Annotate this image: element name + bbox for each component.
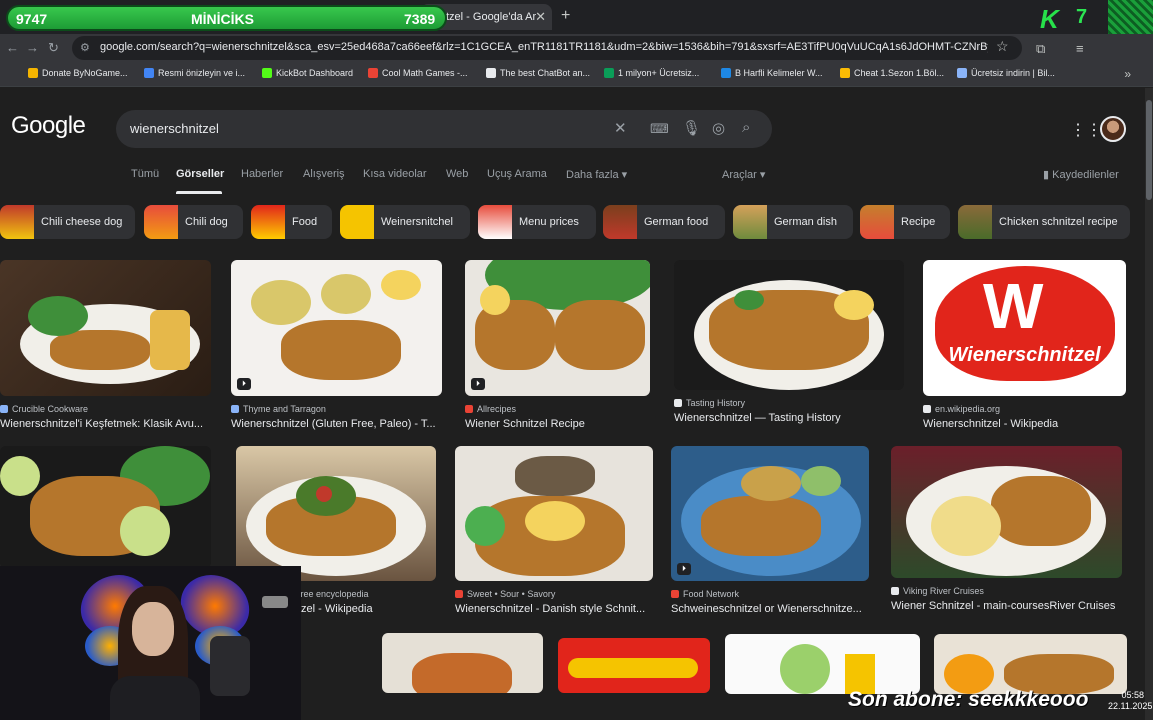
kick-logo-icon: K [1040,4,1059,34]
image-result[interactable] [558,638,710,693]
bookmark-item[interactable]: The best ChatBot an... [486,68,590,78]
search-input[interactable]: wienerschnitzel [130,121,219,136]
video-badge-icon: ⏵ [677,563,691,575]
reload-icon[interactable]: ↻ [48,40,59,56]
image-result[interactable]: Tasting History Wienerschnitzel — Tastin… [674,260,904,424]
chip[interactable]: German dish [733,205,853,239]
bookmarks-more-icon[interactable]: » [1124,67,1131,81]
image-result[interactable]: ⏵ Allrecipes Wiener Schnitzel Recipe [465,260,650,430]
chip[interactable]: Chicken schnitzel recipe [958,205,1130,239]
bookmark-item[interactable]: Donate ByNoGame... [28,68,128,78]
video-badge-icon: ⏵ [471,378,485,390]
browser-tabbar: tzel - Google'da Ar ✕ + 9747 MİNİCİKS 73… [0,0,1153,46]
chip[interactable]: Menu prices [478,205,596,239]
chip[interactable]: Food [251,205,332,239]
back-arrow-icon[interactable]: ← [6,40,19,55]
last-subscriber-banner: Son abone: seekkkeooo [848,688,1089,711]
scroll-thumb[interactable] [1146,100,1152,200]
apps-grid-icon[interactable]: ⋮⋮ [1070,120,1102,140]
bookmark-item[interactable]: Ücretsiz indirin | Bil... [957,68,1055,78]
image-result[interactable]: Crucible Cookware Wienerschnitzel'i Keşf… [0,260,211,430]
page-scrollbar[interactable] [1145,88,1153,720]
overlay-left-value: 9747 [16,11,48,27]
bookmark-item[interactable]: Resmi önizleyin ve i... [144,68,245,78]
close-tab-icon[interactable]: ✕ [535,9,546,25]
image-result[interactable] [725,634,920,694]
bookmark-item[interactable]: KickBot Dashboard [262,68,353,78]
chip[interactable]: Weinersnitchel [340,205,470,239]
video-badge-icon: ⏵ [237,378,251,390]
bookmarks-bar: Donate ByNoGame... Resmi önizleyin ve i.… [0,62,1153,87]
image-result[interactable] [382,633,543,693]
bookmark-item[interactable]: Cool Math Games -... [368,68,468,78]
google-logo[interactable]: Google [11,112,86,140]
overlay-right-value: 7389 [404,11,436,27]
related-chips: Chili cheese dog Chili dog Food Weinersn… [0,205,1145,241]
overlay-label: MİNİCİKS [191,11,254,27]
image-result[interactable]: ⏵ Food Network Schweineschnitzel or Wien… [671,446,869,615]
chip[interactable]: Recipe [860,205,950,239]
new-tab-button[interactable]: + [561,7,570,25]
saved-link[interactable]: ▮ Kaydedilenler [1043,168,1119,181]
image-result[interactable]: Viking River Cruises Wiener Schnitzel - … [891,446,1122,612]
search-icon[interactable]: ⌕ [742,119,750,136]
site-info-icon[interactable]: ⚙ [80,41,90,54]
tab-all[interactable]: Tümü [131,168,159,180]
forward-arrow-icon[interactable]: → [26,40,39,55]
bookmark-star-icon[interactable]: ☆ [996,38,1009,55]
chip[interactable]: Chili dog [144,205,243,239]
tab-flights[interactable]: Uçuş Arama [487,168,547,180]
microphone-icon [210,636,250,696]
image-result[interactable]: W Wienerschnitzel en.wikipedia.org Wiene… [923,260,1126,430]
stream-progress-overlay: 9747 MİNİCİKS 7389 [6,5,447,31]
system-clock: 05:58 22.11.2025 [1108,690,1153,711]
tab-news[interactable]: Haberler [241,168,283,180]
bookmark-item[interactable]: B Harfli Kelimeler W... [721,68,823,78]
address-bar-row: ← → ↻ ⚙ google.com/search?q=wienerschnit… [0,34,1153,62]
tab-more[interactable]: Daha fazla ▾ [566,168,627,181]
tab-tools[interactable]: Araçlar ▾ [722,168,765,181]
chip[interactable]: German food [603,205,725,239]
keyboard-icon[interactable]: ⌨ [650,121,669,137]
tab-web[interactable]: Web [446,168,468,180]
image-result[interactable] [0,446,211,568]
menu-icon[interactable]: ≡ [1076,41,1084,56]
tab-short-videos[interactable]: Kısa videolar [363,168,427,180]
url-text[interactable]: google.com/search?q=wienerschnitzel&sca_… [100,41,988,53]
microphone-icon[interactable]: 🎙 [682,119,701,137]
clear-icon[interactable]: ✕ [614,119,627,137]
search-box[interactable]: wienerschnitzel ✕ ⌨ 🎙 ◎ ⌕ [116,110,772,148]
overlay-k-count: 7 [1076,6,1088,28]
image-result[interactable]: Sweet • Sour • Savory Wienerschnitzel - … [455,446,653,615]
tab-shopping[interactable]: Alışveriş [303,168,345,180]
omnibox[interactable]: ⚙ google.com/search?q=wienerschnitzel&sc… [72,36,1022,60]
lens-icon[interactable]: ◎ [712,119,725,137]
bookmark-item[interactable]: Cheat 1.Sezon 1.Böl... [840,68,944,78]
active-tab-underline [176,191,222,194]
bookmark-item[interactable]: 1 milyon+ Ücretsiz... [604,68,699,78]
image-result[interactable]: ⏵ Thyme and Tarragon Wienerschnitzel (Gl… [231,260,442,430]
image-result[interactable] [934,634,1127,694]
webcam-overlay [0,566,301,720]
avatar[interactable] [1100,116,1126,142]
tab-images[interactable]: Görseller [176,168,224,180]
tab-title: tzel - Google'da Ar [446,11,537,23]
extensions-icon[interactable]: ⧉ [1036,41,1045,57]
chip[interactable]: Chili cheese dog [0,205,135,239]
